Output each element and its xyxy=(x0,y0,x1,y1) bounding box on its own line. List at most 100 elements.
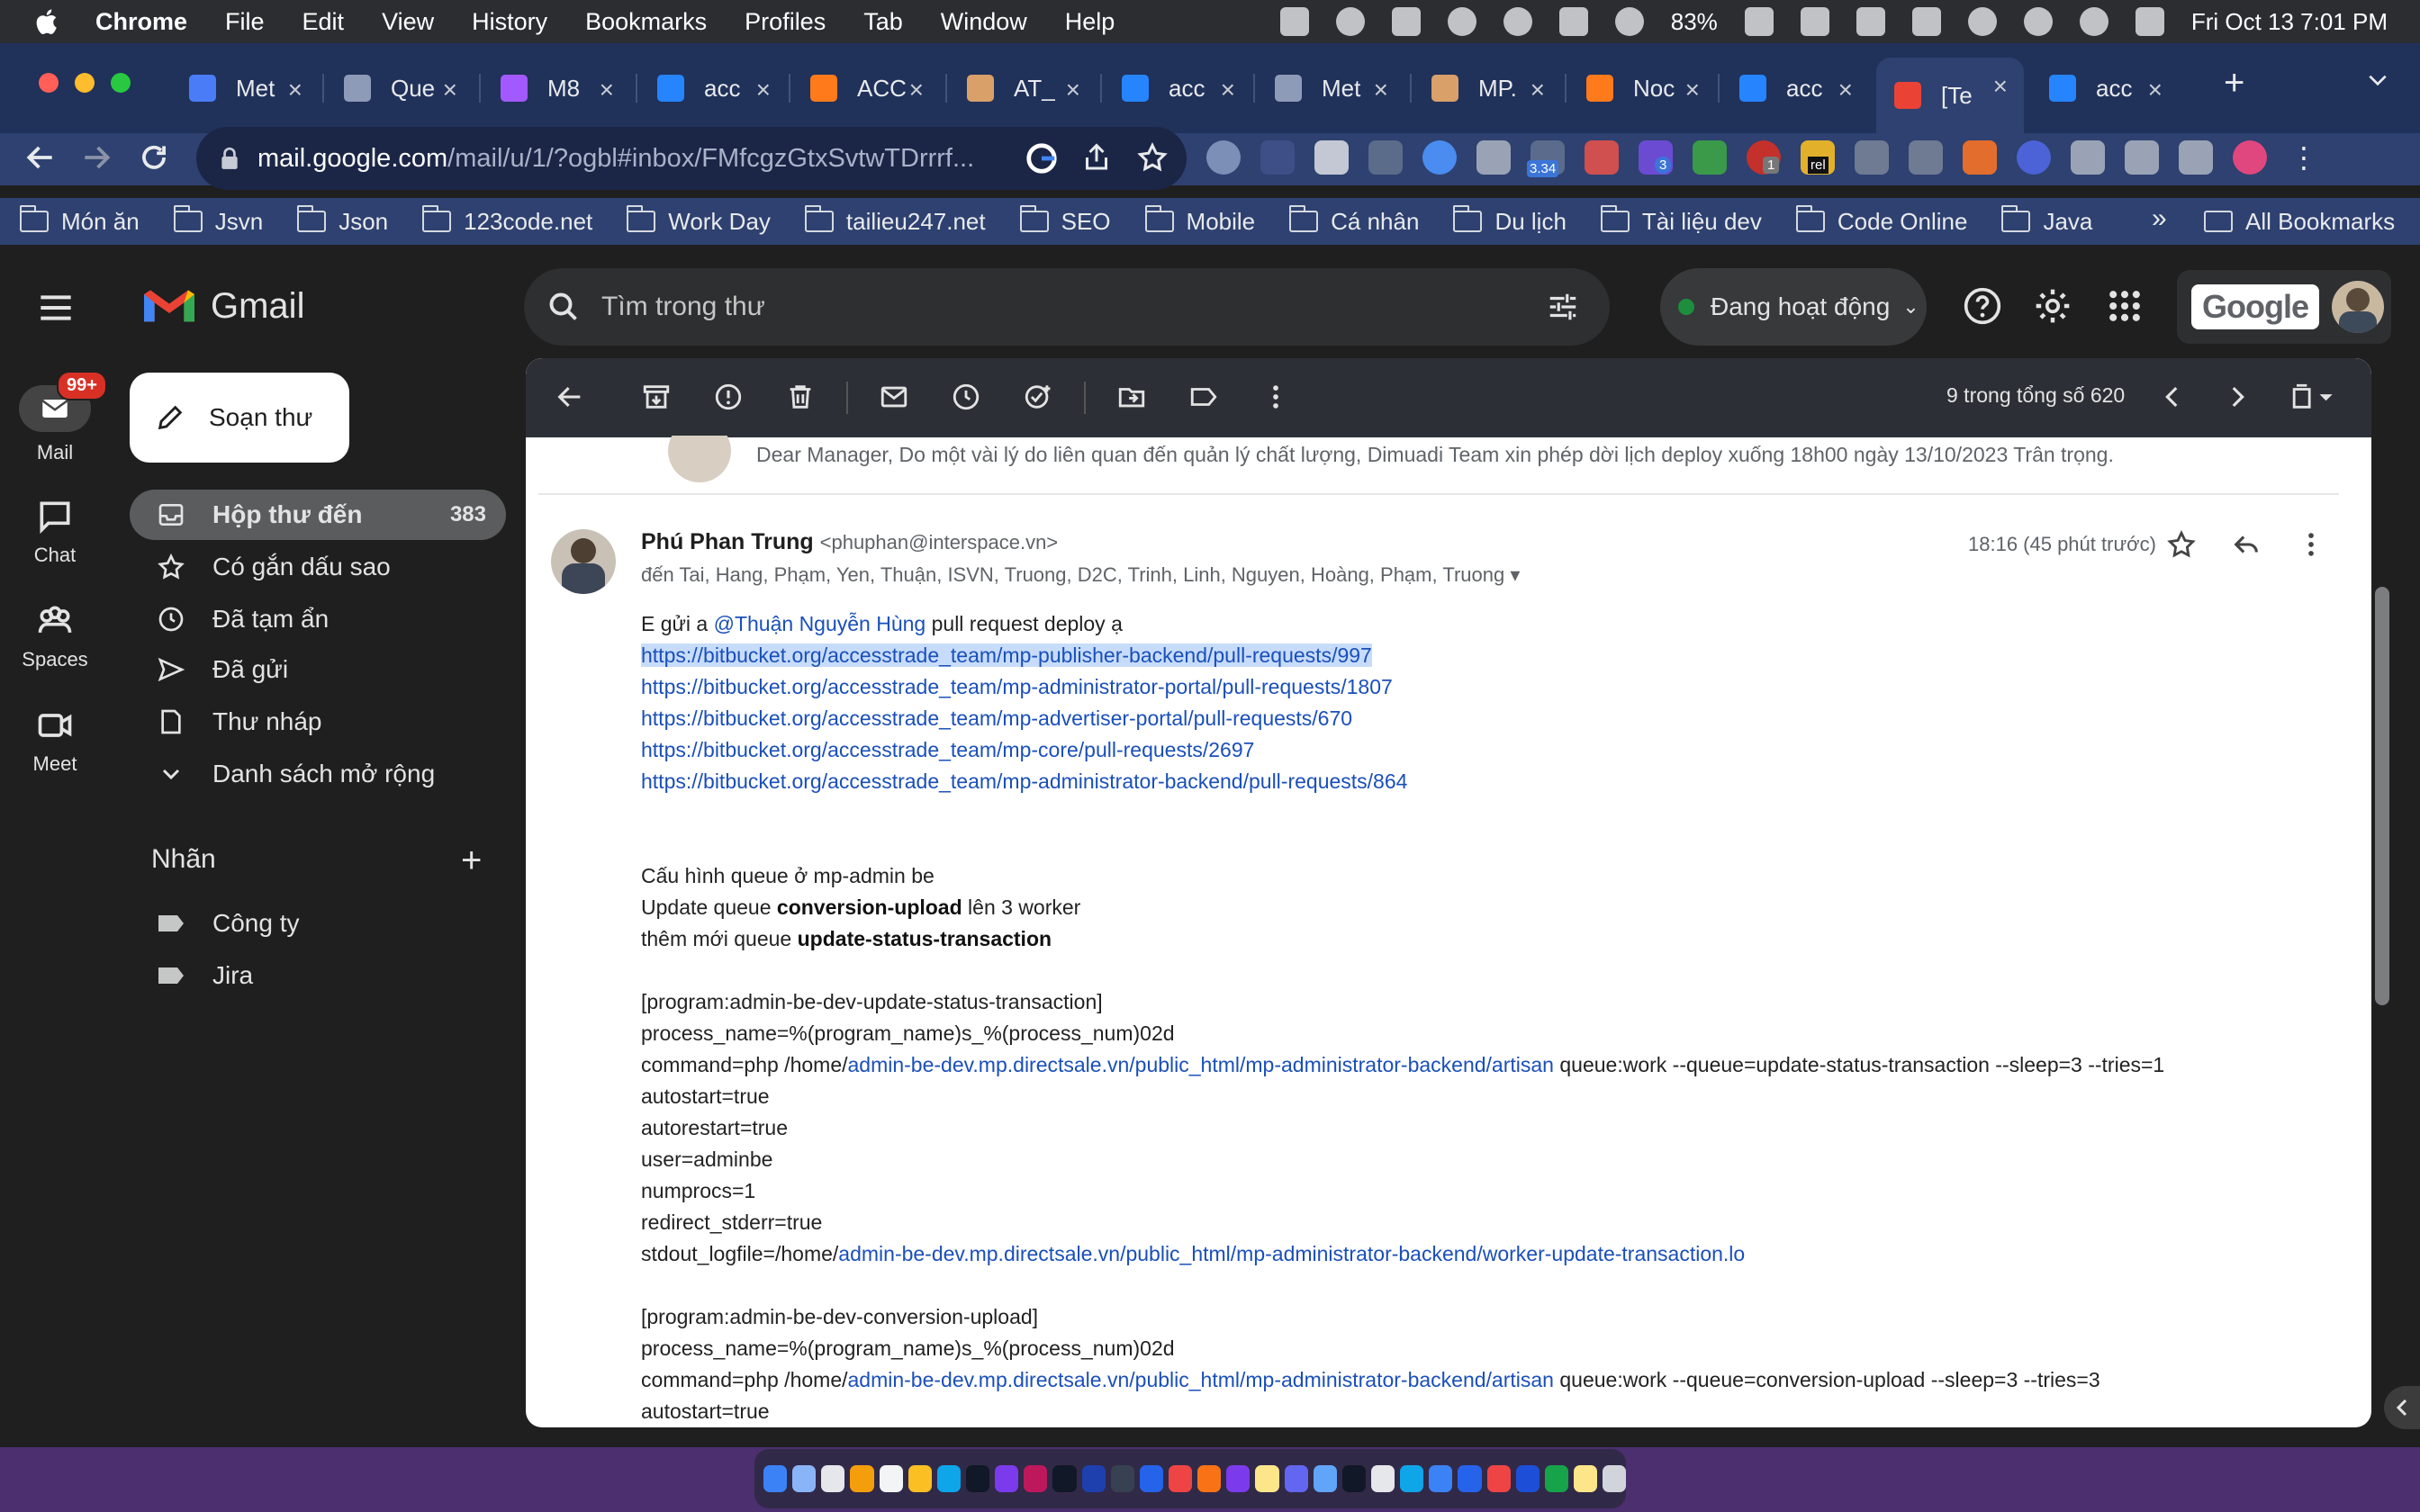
pull-request-link[interactable]: https://bitbucket.org/accesstrade_team/m… xyxy=(641,675,1393,698)
archive-icon[interactable] xyxy=(641,382,672,412)
dock-app-icon[interactable] xyxy=(936,1465,961,1492)
adblock-icon[interactable]: 1 xyxy=(1747,140,1781,175)
record-status-icon[interactable] xyxy=(1447,7,1476,36)
tab-close-icon[interactable]: × xyxy=(1221,76,1235,104)
extension-es-icon[interactable] xyxy=(1693,140,1727,175)
user-icon[interactable] xyxy=(2023,7,2053,36)
control-center-icon[interactable] xyxy=(2135,7,2164,36)
nav-item[interactable]: Danh sách mở rộng xyxy=(130,749,506,799)
pull-request-link[interactable]: https://bitbucket.org/accesstrade_team/m… xyxy=(641,644,1372,667)
bookmark-folder[interactable]: Work Day xyxy=(627,205,771,236)
add-label-button[interactable]: + xyxy=(461,841,482,881)
reply-icon[interactable] xyxy=(2231,529,2262,560)
report-spam-icon[interactable] xyxy=(713,382,744,412)
dock-app-icon[interactable] xyxy=(1024,1465,1048,1492)
profile-avatar-icon[interactable] xyxy=(2233,140,2267,175)
tab-close-icon[interactable]: × xyxy=(1993,72,2008,101)
menu-tab[interactable]: Tab xyxy=(863,8,903,36)
forward-arrow-icon[interactable] xyxy=(79,140,113,175)
input-tools-icon[interactable] xyxy=(2287,382,2337,412)
pull-request-link[interactable]: https://bitbucket.org/accesstrade_team/m… xyxy=(641,706,1352,730)
apps-grid-icon[interactable] xyxy=(2105,286,2145,326)
menubar-clock[interactable]: Fri Oct 13 7:01 PM xyxy=(2191,8,2388,36)
extension-icon[interactable] xyxy=(1206,140,1241,175)
menu-help[interactable]: Help xyxy=(1065,8,1115,36)
tab-close-icon[interactable]: × xyxy=(909,76,924,104)
address-bar[interactable]: mail.google.com/mail/u/1/?ogbl#inbox/FMf… xyxy=(196,127,1187,190)
extensions-puzzle-icon[interactable] xyxy=(2071,140,2105,175)
extension-counter-icon[interactable]: 3.34 xyxy=(1527,140,1565,177)
label-item[interactable]: Công ty xyxy=(130,898,300,949)
bookmark-folder[interactable]: Mobile xyxy=(1144,205,1255,236)
wifi-icon[interactable] xyxy=(1967,7,1997,36)
browser-tab[interactable]: Que × xyxy=(326,61,474,115)
help-icon[interactable] xyxy=(1963,286,2002,326)
pull-request-link[interactable]: https://bitbucket.org/accesstrade_team/m… xyxy=(641,770,1407,793)
bookmarks-overflow-button[interactable]: » xyxy=(2152,203,2167,234)
dock-app-icon[interactable] xyxy=(1197,1465,1222,1492)
dock-app-icon[interactable] xyxy=(1255,1465,1279,1492)
dock-app-icon[interactable] xyxy=(1081,1465,1106,1492)
battery-icon[interactable] xyxy=(1744,7,1774,36)
dock-app-icon[interactable] xyxy=(1226,1465,1251,1492)
extension-camera-icon[interactable] xyxy=(1476,140,1511,175)
bookmark-star-icon[interactable] xyxy=(1136,141,1169,174)
google-account-button[interactable]: Google xyxy=(2177,270,2391,344)
menu-app-name[interactable]: Chrome xyxy=(95,8,187,36)
browser-tab[interactable]: Met × xyxy=(171,61,319,115)
dock-app-icon[interactable] xyxy=(850,1465,874,1492)
extension-recycle-icon[interactable] xyxy=(1368,140,1403,175)
bookmark-folder[interactable]: Cá nhân xyxy=(1289,205,1419,236)
menu-profiles[interactable]: Profiles xyxy=(745,8,826,36)
extension-fx-icon[interactable] xyxy=(1314,140,1349,175)
sender-avatar[interactable] xyxy=(551,529,616,594)
message-more-icon[interactable] xyxy=(2296,529,2326,560)
dock-app-icon[interactable] xyxy=(879,1465,903,1492)
rail-meet[interactable]: Meet xyxy=(0,706,110,776)
bluetooth-icon[interactable] xyxy=(1911,7,1941,36)
back-to-inbox-icon[interactable] xyxy=(555,382,585,412)
browser-tab[interactable]: acc × xyxy=(2031,61,2179,115)
window-minimize-button[interactable] xyxy=(74,72,95,94)
main-menu-icon[interactable] xyxy=(38,292,74,324)
browser-tab[interactable]: ACC × xyxy=(792,61,940,115)
rail-spaces[interactable]: Spaces xyxy=(0,601,110,671)
menu-view[interactable]: View xyxy=(382,8,434,36)
new-tab-button[interactable]: + xyxy=(2224,63,2244,104)
browser-tab[interactable]: M8 × xyxy=(483,61,630,115)
older-chevron-right-icon[interactable] xyxy=(2222,382,2253,412)
browser-tab[interactable]: Met × xyxy=(1257,61,1404,115)
label-item[interactable]: Jira xyxy=(130,950,253,1001)
reload-icon[interactable] xyxy=(137,140,171,175)
menu-edit[interactable]: Edit xyxy=(302,8,345,36)
nav-item[interactable]: Hộp thư đến 383 xyxy=(130,490,506,540)
compose-button[interactable]: Soạn thư xyxy=(130,373,349,463)
browser-tab[interactable]: AT_ × xyxy=(949,61,1097,115)
more-vertical-icon[interactable] xyxy=(1260,382,1291,412)
share-icon[interactable] xyxy=(1080,141,1113,174)
dock-app-icon[interactable] xyxy=(1458,1465,1482,1492)
bookmark-folder[interactable]: tailieu247.net xyxy=(804,205,986,236)
spotlight-search-icon[interactable] xyxy=(2079,7,2108,36)
nav-item[interactable]: Có gắn dấu sao xyxy=(130,542,506,592)
window-maximize-button[interactable] xyxy=(110,72,131,94)
snooze-clock-icon[interactable] xyxy=(951,382,981,412)
menu-history[interactable]: History xyxy=(472,8,547,36)
dock-app-icon[interactable] xyxy=(821,1465,845,1492)
extension-red-icon[interactable] xyxy=(1585,140,1619,175)
artisan-path-link[interactable]: admin-be-dev.mp.directsale.vn/public_htm… xyxy=(848,1368,1554,1391)
bookmark-folder[interactable]: Json xyxy=(297,205,388,236)
extension-purple-icon[interactable]: 3 xyxy=(1639,140,1673,175)
tab-close-icon[interactable]: × xyxy=(1066,76,1080,104)
recipients-caret-icon[interactable]: ▾ xyxy=(1510,563,1520,586)
rail-chat[interactable]: Chat xyxy=(0,497,110,567)
nav-item[interactable]: Thư nháp xyxy=(130,697,506,747)
dock-app-icon[interactable] xyxy=(1110,1465,1134,1492)
apple-icon[interactable] xyxy=(32,6,63,37)
dock-app-icon[interactable] xyxy=(1486,1465,1511,1492)
cloud-icon[interactable] xyxy=(1614,7,1644,36)
side-panel-icon[interactable] xyxy=(2179,140,2213,175)
tab-search-chevron-icon[interactable] xyxy=(2366,68,2389,92)
extension-warning-icon[interactable]: rel xyxy=(1801,140,1835,175)
bookmark-folder[interactable]: Du lịch xyxy=(1453,205,1567,236)
